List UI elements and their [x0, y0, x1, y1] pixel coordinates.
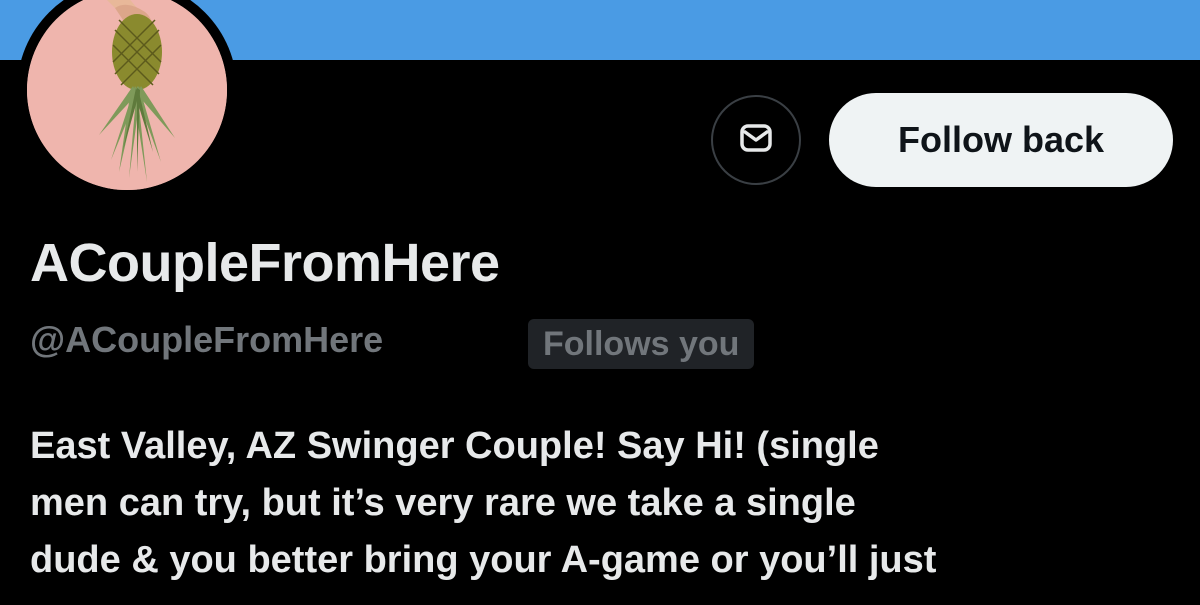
message-button[interactable]	[711, 95, 801, 185]
profile-page: Follow back ACoupleFromHere @ACoupleFrom…	[0, 0, 1200, 605]
follow-back-button[interactable]: Follow back	[829, 93, 1173, 187]
user-handle: @ACoupleFromHere	[30, 319, 384, 360]
pineapple-avatar-icon	[27, 0, 227, 190]
bio-line: East Valley, AZ Swinger Couple! Say Hi! …	[30, 425, 879, 467]
avatar[interactable]	[17, 0, 237, 200]
display-name: ACoupleFromHere	[30, 233, 500, 293]
bio-line: dude & you better bring your A-game or y…	[30, 539, 937, 581]
profile-bio: East Valley, AZ Swinger Couple! Say Hi! …	[30, 418, 1190, 589]
envelope-icon	[740, 123, 772, 157]
follows-you-badge: Follows you	[528, 319, 755, 369]
bio-line: men can try, but it’s very rare we take …	[30, 482, 856, 524]
